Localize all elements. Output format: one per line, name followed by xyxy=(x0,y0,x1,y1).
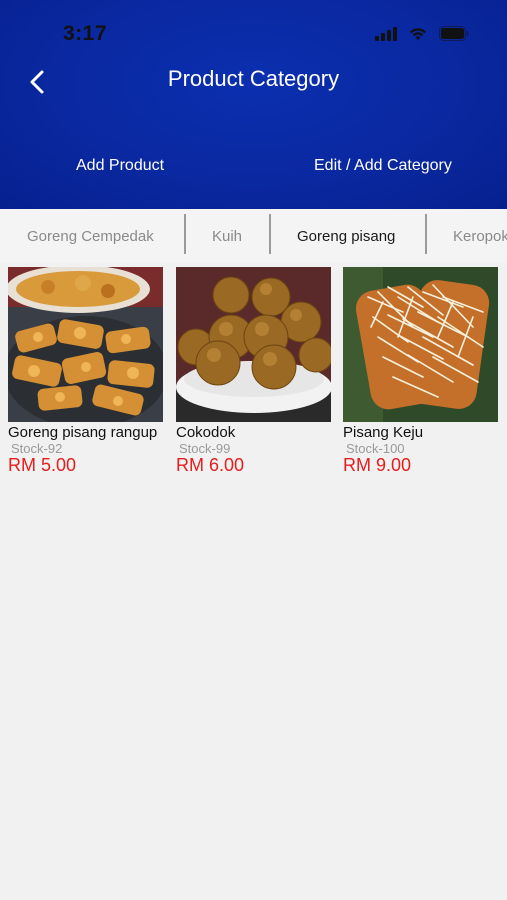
product-name: Cokodok xyxy=(176,424,236,441)
product-card[interactable]: Pisang Keju Stock-100 RM 9.00 xyxy=(343,267,498,474)
tab-keropok[interactable]: Keropok xyxy=(453,209,507,263)
tab-divider xyxy=(184,214,186,254)
product-image xyxy=(343,267,498,422)
product-card[interactable]: Goreng pisang rangup Stock-92 RM 5.00 xyxy=(8,267,163,474)
add-product-button[interactable]: Add Product xyxy=(76,157,164,175)
page-title: Product Category xyxy=(167,66,340,91)
product-price: RM 5.00 xyxy=(8,455,77,475)
product-name: Goreng pisang rangup xyxy=(8,424,158,441)
status-time: 3:17 xyxy=(63,22,108,45)
product-name: Pisang Keju xyxy=(343,424,424,441)
edit-category-button[interactable]: Edit / Add Category xyxy=(314,157,452,175)
battery-icon xyxy=(439,26,469,41)
product-image xyxy=(8,267,163,422)
product-price: RM 6.00 xyxy=(176,455,245,475)
tab-kuih[interactable]: Kuih xyxy=(212,209,242,263)
status-icons xyxy=(375,26,469,41)
product-card[interactable]: Cokodok Stock-99 RM 6.00 xyxy=(176,267,331,474)
wifi-icon xyxy=(409,27,427,41)
tab-goreng-pisang[interactable]: Goreng pisang xyxy=(297,209,395,263)
tab-divider xyxy=(269,214,271,254)
tab-divider xyxy=(425,214,427,254)
header-bar: 3:17 Product Category Add Product Edit /… xyxy=(0,0,507,209)
cellular-signal-icon xyxy=(375,26,397,41)
product-image xyxy=(176,267,331,422)
product-price: RM 9.00 xyxy=(343,455,412,475)
category-tabs: Goreng Cempedak Kuih Goreng pisang Kerop… xyxy=(0,209,507,263)
tab-goreng-cempedak[interactable]: Goreng Cempedak xyxy=(27,209,154,263)
